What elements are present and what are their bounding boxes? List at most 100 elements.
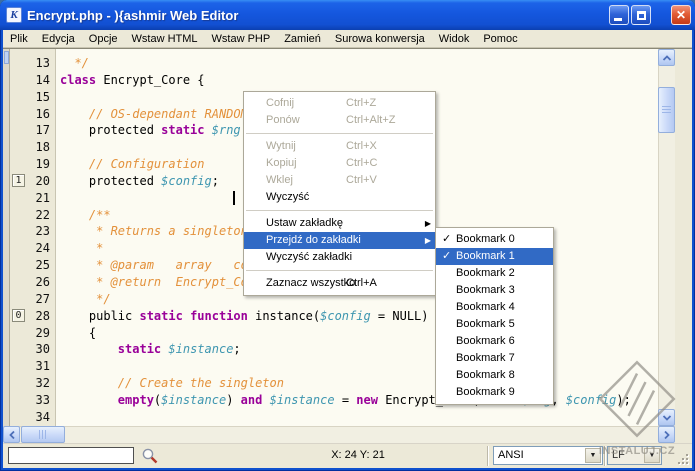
code-line	[60, 409, 631, 426]
scroll-up-button[interactable]	[658, 49, 675, 66]
checkmark-icon: ✓	[442, 231, 456, 248]
submenu-arrow-icon: ▶	[425, 215, 431, 232]
encoding-select[interactable]: ANSI ▼	[493, 446, 603, 465]
line-number: 25	[10, 257, 50, 274]
left-splitter[interactable]	[3, 49, 10, 426]
menu-item-wklej[interactable]: WklejCtrl+V	[244, 172, 435, 189]
close-button[interactable]: ✕	[671, 5, 691, 25]
scrollbar-corner	[675, 426, 692, 443]
context-menu: CofnijCtrl+ZPonówCtrl+Alt+Z WytnijCtrl+XK…	[243, 91, 436, 296]
line-number: 21	[10, 190, 50, 207]
bookmark-badge-0[interactable]: 0	[12, 309, 25, 322]
menu-item-wyczyść-zakładki[interactable]: Wyczyść zakładki	[244, 249, 435, 266]
vertical-scroll-thumb[interactable]	[658, 87, 675, 133]
menubar-item-wstaw-php[interactable]: Wstaw PHP	[205, 30, 278, 48]
splitter-handle[interactable]	[4, 51, 9, 64]
line-number: 29	[10, 325, 50, 342]
line-number: 16	[10, 106, 50, 123]
horizontal-scrollbar[interactable]	[3, 426, 675, 443]
menubar-item-opcje[interactable]: Opcje	[82, 30, 125, 48]
code-line: */	[60, 55, 631, 72]
line-number: 18	[10, 139, 50, 156]
app-window: K Encrypt.php - ){ashmir Web Editor ✕ Pl…	[0, 0, 695, 471]
cursor-position: X: 24 Y: 21	[293, 449, 423, 461]
line-ending-value: LF	[612, 449, 625, 461]
maximize-button[interactable]	[631, 5, 651, 25]
search-icon[interactable]	[141, 447, 160, 466]
find-input[interactable]	[8, 447, 134, 464]
window-title: Encrypt.php - ){ashmir Web Editor	[27, 8, 689, 23]
vertical-scrollbar[interactable]	[658, 49, 675, 426]
menu-item-wytnij[interactable]: WytnijCtrl+X	[244, 138, 435, 155]
statusbar-divider	[604, 446, 606, 466]
menubar-item-wstaw-html[interactable]: Wstaw HTML	[125, 30, 205, 48]
close-icon: ✕	[676, 9, 686, 21]
line-number: 24	[10, 240, 50, 257]
line-number: 26	[10, 274, 50, 291]
line-number: 34	[10, 409, 50, 426]
menu-item-bookmark-6[interactable]: Bookmark 6	[436, 333, 553, 350]
line-number: 30	[10, 341, 50, 358]
title-bar[interactable]: K Encrypt.php - ){ashmir Web Editor ✕	[0, 0, 695, 30]
menubar-item-edycja[interactable]: Edycja	[35, 30, 82, 48]
chevron-left-icon	[8, 430, 16, 440]
menu-separator	[244, 129, 435, 138]
dropdown-arrow-icon[interactable]: ▼	[585, 448, 601, 463]
dropdown-arrow-icon[interactable]: ▼	[644, 448, 660, 463]
menubar-item-plik[interactable]: Plik	[3, 30, 35, 48]
menu-item-bookmark-4[interactable]: Bookmark 4	[436, 299, 553, 316]
line-number: 19	[10, 156, 50, 173]
bookmark-submenu: ✓Bookmark 0✓Bookmark 1Bookmark 2Bookmark…	[435, 227, 554, 405]
app-icon: K	[6, 7, 22, 23]
menu-item-cofnij[interactable]: CofnijCtrl+Z	[244, 95, 435, 112]
menu-item-bookmark-3[interactable]: Bookmark 3	[436, 282, 553, 299]
minimize-icon	[614, 18, 622, 21]
line-number: 31	[10, 358, 50, 375]
menu-separator	[244, 266, 435, 275]
scroll-left-button[interactable]	[3, 426, 20, 443]
submenu-arrow-icon: ▶	[425, 232, 431, 249]
horizontal-scroll-thumb[interactable]	[21, 426, 65, 443]
thumb-grip	[39, 430, 47, 439]
encoding-value: ANSI	[498, 449, 524, 461]
line-number: 17	[10, 122, 50, 139]
menu-item-bookmark-2[interactable]: Bookmark 2	[436, 265, 553, 282]
status-bar: X: 24 Y: 21 ANSI ▼ LF ▼	[3, 443, 692, 468]
menu-separator	[244, 206, 435, 215]
line-number: 33	[10, 392, 50, 409]
menu-item-kopiuj[interactable]: KopiujCtrl+C	[244, 155, 435, 172]
scroll-right-button[interactable]	[658, 426, 675, 443]
menu-item-bookmark-9[interactable]: Bookmark 9	[436, 384, 553, 401]
line-ending-select[interactable]: LF ▼	[607, 446, 662, 465]
menubar-item-widok[interactable]: Widok	[432, 30, 477, 48]
menu-item-ponów[interactable]: PonówCtrl+Alt+Z	[244, 112, 435, 129]
menu-item-bookmark-0[interactable]: ✓Bookmark 0	[436, 231, 553, 248]
gutter-numbers: 1314151617181920212223242526272829303132…	[10, 55, 50, 426]
chevron-right-icon	[663, 430, 671, 440]
text-caret	[233, 191, 235, 205]
menu-item-bookmark-1[interactable]: ✓Bookmark 1	[436, 248, 553, 265]
menubar-item-zamień[interactable]: Zamień	[277, 30, 328, 48]
checkmark-icon: ✓	[442, 248, 456, 265]
menubar-item-surowa-konwersja[interactable]: Surowa konwersja	[328, 30, 432, 48]
bookmark-badge-1[interactable]: 1	[12, 174, 25, 187]
menu-item-zaznacz-wszystko[interactable]: Zaznacz wszystkoCtrl+A	[244, 275, 435, 292]
menu-item-ustaw-zakładkę[interactable]: Ustaw zakładkę▶	[244, 215, 435, 232]
menu-bar: PlikEdycjaOpcjeWstaw HTMLWstaw PHPZamień…	[3, 30, 692, 48]
gutter: 1314151617181920212223242526272829303132…	[10, 49, 56, 426]
menu-item-wyczyść[interactable]: Wyczyść	[244, 189, 435, 206]
menu-item-przejdź-do-zakładki[interactable]: Przejdź do zakładki▶	[244, 232, 435, 249]
line-number: 14	[10, 72, 50, 89]
menu-item-bookmark-8[interactable]: Bookmark 8	[436, 367, 553, 384]
menu-item-bookmark-5[interactable]: Bookmark 5	[436, 316, 553, 333]
line-number: 32	[10, 375, 50, 392]
code-line: class Encrypt_Core {	[60, 72, 631, 89]
statusbar-divider	[487, 446, 489, 466]
chevron-down-icon	[662, 414, 672, 422]
resize-grip[interactable]	[676, 452, 690, 466]
menu-item-bookmark-7[interactable]: Bookmark 7	[436, 350, 553, 367]
scroll-down-button[interactable]	[658, 409, 675, 426]
line-number: 13	[10, 55, 50, 72]
minimize-button[interactable]	[609, 5, 629, 25]
menubar-item-pomoc[interactable]: Pomoc	[476, 30, 524, 48]
